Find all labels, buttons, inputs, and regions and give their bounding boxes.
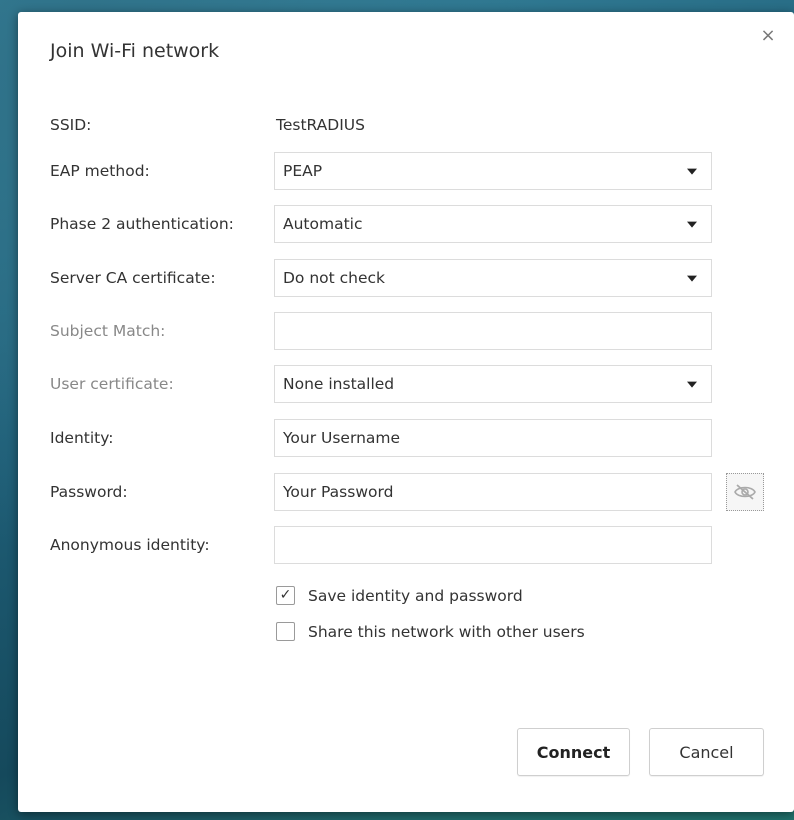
share-network-row[interactable]: Share this network with other users	[276, 620, 736, 644]
subject-match-input[interactable]	[274, 312, 712, 350]
ssid-value: TestRADIUS	[276, 116, 365, 134]
share-network-checkbox[interactable]	[276, 622, 295, 641]
save-identity-label: Save identity and password	[308, 587, 523, 605]
password-label: Password:	[50, 483, 128, 501]
identity-label: Identity:	[50, 429, 114, 447]
server-ca-label: Server CA certificate:	[50, 269, 216, 287]
identity-row: Identity: Your Username	[50, 419, 770, 457]
eap-method-label: EAP method:	[50, 162, 150, 180]
cancel-button[interactable]: Cancel	[649, 728, 764, 776]
save-identity-checkbox[interactable]: ✓	[276, 586, 295, 605]
anonymous-identity-label: Anonymous identity:	[50, 536, 210, 554]
eap-method-select[interactable]: PEAP	[274, 152, 712, 190]
phase2-value: Automatic	[283, 215, 363, 233]
password-row: Password: Your Password	[50, 473, 770, 511]
close-icon[interactable]: ×	[758, 26, 778, 46]
eap-method-value: PEAP	[283, 162, 323, 180]
user-cert-label: User certificate:	[50, 375, 174, 393]
subject-match-label: Subject Match:	[50, 322, 166, 340]
server-ca-row: Server CA certificate: Do not check	[50, 259, 770, 297]
save-identity-row[interactable]: ✓ Save identity and password	[276, 584, 736, 608]
phase2-row: Phase 2 authentication: Automatic	[50, 205, 770, 243]
anonymous-identity-input[interactable]	[274, 526, 712, 564]
join-wifi-dialog: Join Wi-Fi network × SSID: TestRADIUS EA…	[18, 12, 794, 812]
eye-off-icon	[734, 484, 756, 500]
user-cert-select[interactable]: None installed	[274, 365, 712, 403]
phase2-select[interactable]: Automatic	[274, 205, 712, 243]
phase2-label: Phase 2 authentication:	[50, 215, 234, 233]
server-ca-value: Do not check	[283, 269, 386, 287]
identity-value: Your Username	[283, 429, 401, 447]
user-cert-value: None installed	[283, 375, 395, 393]
ssid-row: SSID: TestRADIUS	[50, 106, 770, 144]
share-network-label: Share this network with other users	[308, 623, 585, 641]
password-visibility-toggle[interactable]	[726, 473, 764, 511]
eap-method-row: EAP method: PEAP	[50, 152, 770, 190]
chevron-down-icon	[687, 168, 697, 175]
user-cert-row: User certificate: None installed	[50, 365, 770, 403]
server-ca-select[interactable]: Do not check	[274, 259, 712, 297]
chevron-down-icon	[687, 381, 697, 388]
chevron-down-icon	[687, 275, 697, 282]
password-value: Your Password	[283, 483, 394, 501]
identity-input[interactable]: Your Username	[274, 419, 712, 457]
connect-button[interactable]: Connect	[517, 728, 630, 776]
subject-match-row: Subject Match:	[50, 312, 770, 350]
ssid-label: SSID:	[50, 116, 92, 134]
chevron-down-icon	[687, 221, 697, 228]
dialog-title: Join Wi-Fi network	[50, 40, 220, 62]
password-input[interactable]: Your Password	[274, 473, 712, 511]
anonymous-identity-row: Anonymous identity:	[50, 526, 770, 564]
